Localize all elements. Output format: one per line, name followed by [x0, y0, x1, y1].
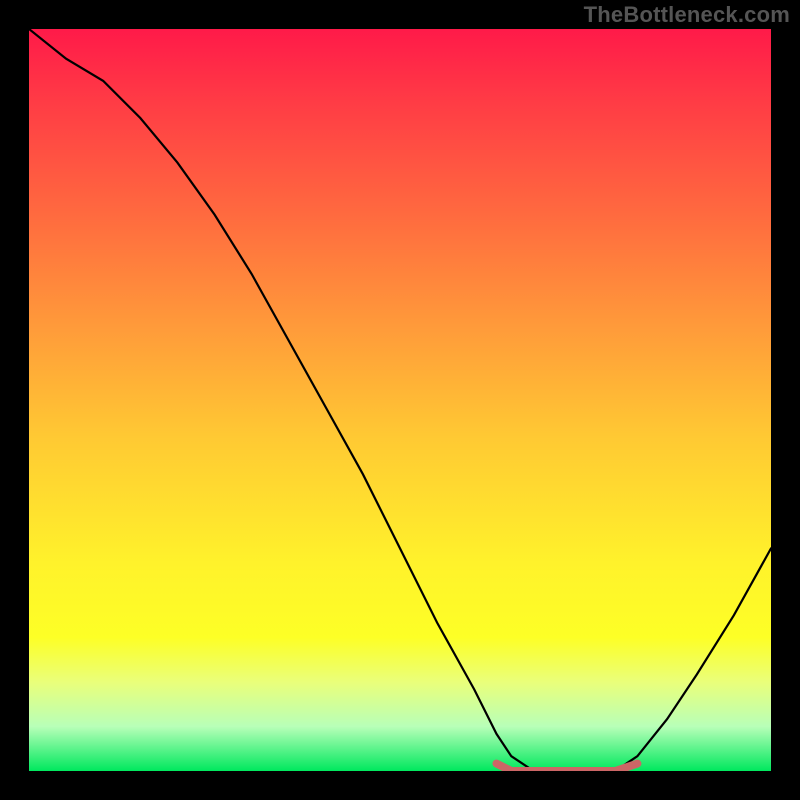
plot-area	[29, 29, 771, 771]
optimal-range-marker-path	[497, 764, 638, 771]
curve-overlay	[29, 29, 771, 771]
attribution-label: TheBottleneck.com	[584, 2, 790, 28]
bottleneck-curve-path	[29, 29, 771, 771]
chart-frame: TheBottleneck.com	[0, 0, 800, 800]
